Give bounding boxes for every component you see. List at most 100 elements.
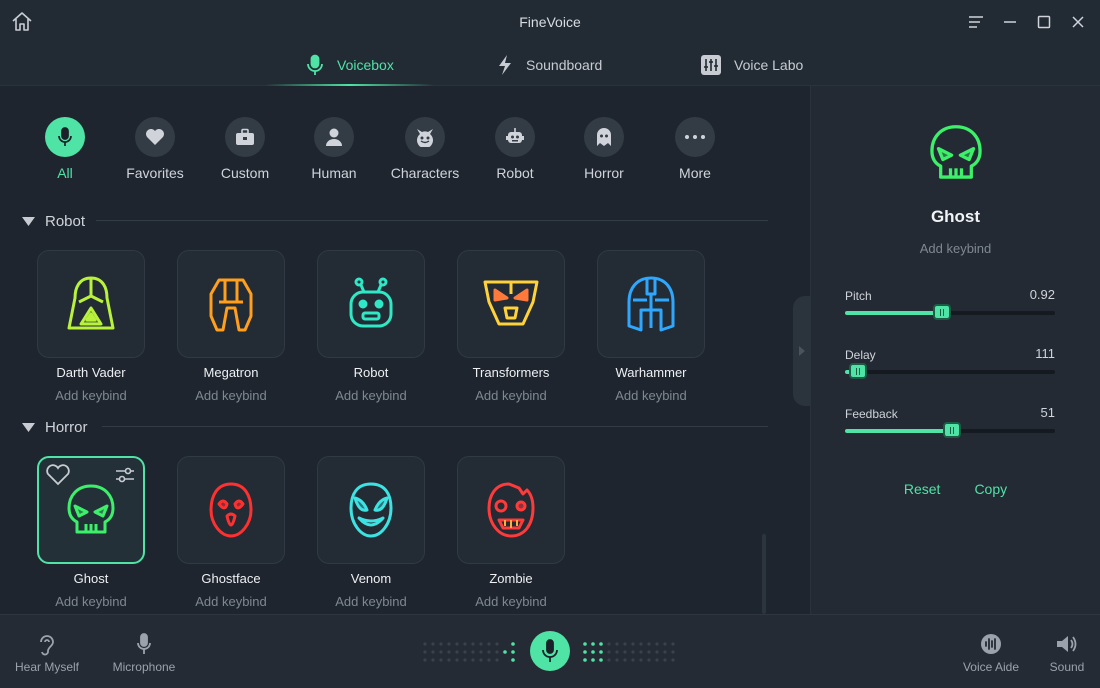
sound-button[interactable]: Sound — [1046, 631, 1088, 674]
close-icon — [1072, 16, 1084, 28]
add-keybind-link[interactable]: Add keybind — [177, 388, 285, 403]
briefcase-icon — [236, 128, 254, 145]
tab-voice-labo[interactable]: Voice Labo — [700, 44, 803, 86]
category-robot[interactable]: Robot — [475, 117, 555, 181]
add-keybind-link[interactable]: Add keybind — [457, 388, 565, 403]
menu-icon — [969, 16, 983, 28]
microphone-icon — [58, 127, 72, 146]
voice-detail-panel: Ghost Add keybind Pitch 0.92 Delay 111 F… — [810, 86, 1100, 614]
voice-name: Megatron — [203, 365, 259, 380]
add-keybind-link[interactable]: Add keybind — [37, 594, 145, 609]
main-tabs: Voicebox Soundboard Voice Labo — [0, 44, 1100, 86]
voice-card-darth-vader[interactable]: Darth Vader Add keybind — [37, 250, 145, 403]
category-horror[interactable]: Horror — [564, 117, 644, 181]
add-keybind-link[interactable]: Add keybind — [317, 388, 425, 403]
minimize-button[interactable] — [998, 10, 1022, 34]
hear-myself-button[interactable]: Hear Myself — [14, 631, 80, 674]
category-label: Favorites — [126, 165, 184, 181]
voice-name: Ghostface — [201, 571, 261, 586]
voice-card-ghost[interactable]: Ghost Add keybind — [37, 456, 145, 609]
section-horror-header[interactable]: Horror — [22, 419, 88, 436]
heart-icon — [146, 129, 164, 145]
voice-card-megatron[interactable]: Megatron Add keybind — [177, 250, 285, 403]
tab-soundboard[interactable]: Soundboard — [496, 44, 602, 86]
add-keybind-link[interactable]: Add keybind — [177, 594, 285, 609]
left-level-meter — [423, 642, 515, 662]
voice-card-ghostface[interactable]: Ghostface Add keybind — [177, 456, 285, 609]
slider-fill — [845, 311, 942, 315]
slider-track[interactable] — [845, 363, 1055, 379]
reset-button[interactable]: Reset — [904, 481, 941, 497]
speaker-icon — [1057, 636, 1077, 652]
close-button[interactable] — [1066, 10, 1090, 34]
voice-list-area: All Favorites Custom Human Characters Ro… — [0, 86, 810, 614]
voice-aide-label: Voice Aide — [962, 660, 1020, 674]
scrollbar-thumb[interactable] — [762, 534, 766, 614]
section-divider — [96, 220, 768, 221]
panel-collapse-tab[interactable] — [793, 296, 811, 406]
robot-head-icon — [349, 277, 393, 328]
robot-icon — [506, 128, 524, 143]
slider-thumb[interactable] — [943, 422, 962, 438]
add-keybind-link[interactable]: Add keybind — [317, 594, 425, 609]
voice-name: Transformers — [472, 365, 550, 380]
voice-name: Ghost — [73, 571, 109, 586]
voice-name: Zombie — [489, 571, 533, 586]
app-title: FineVoice — [519, 14, 581, 30]
slider-thumb[interactable] — [848, 363, 867, 379]
voice-name: Darth Vader — [56, 365, 126, 380]
person-icon — [326, 128, 342, 146]
sound-label: Sound — [1049, 660, 1085, 674]
slider-track[interactable] — [845, 304, 1055, 320]
darth-vader-helmet-icon — [67, 276, 115, 330]
title-bar: FineVoice — [0, 0, 1100, 44]
category-characters[interactable]: Characters — [385, 117, 465, 181]
heart-outline-icon — [46, 464, 70, 486]
category-label: Horror — [584, 165, 624, 181]
category-custom[interactable]: Custom — [205, 117, 285, 181]
slider-label: Pitch — [845, 289, 872, 303]
voice-card-warhammer[interactable]: Warhammer Add keybind — [597, 250, 705, 403]
tab-label: Soundboard — [526, 57, 603, 73]
section-title: Robot — [45, 213, 86, 230]
panel-add-keybind[interactable]: Add keybind — [811, 241, 1100, 256]
slider-value: 0.92 — [1029, 287, 1055, 302]
voice-card-robot[interactable]: Robot Add keybind — [317, 250, 425, 403]
section-robot-header[interactable]: Robot — [22, 213, 85, 230]
minimize-icon — [1004, 21, 1016, 23]
copy-button[interactable]: Copy — [974, 481, 1007, 497]
category-label: All — [57, 165, 73, 181]
menu-button[interactable] — [964, 10, 988, 34]
maximize-button[interactable] — [1032, 10, 1056, 34]
adjust-settings-button[interactable] — [115, 466, 135, 489]
voice-name: Venom — [350, 571, 392, 586]
tab-voicebox[interactable]: Voicebox — [265, 44, 434, 86]
voice-name: Warhammer — [615, 365, 687, 380]
ghost-icon — [597, 128, 611, 146]
add-keybind-link[interactable]: Add keybind — [597, 388, 705, 403]
tab-label: Voice Labo — [734, 57, 804, 73]
microphone-icon — [137, 633, 151, 654]
main-mic-toggle[interactable] — [530, 631, 570, 671]
slider-track[interactable] — [845, 422, 1055, 438]
voice-aide-button[interactable]: Voice Aide — [960, 631, 1022, 674]
category-label: Robot — [496, 165, 534, 181]
category-favorites[interactable]: Favorites — [115, 117, 195, 181]
maximize-icon — [1037, 15, 1051, 29]
voice-card-transformers[interactable]: Transformers Add keybind — [457, 250, 565, 403]
category-more[interactable]: More — [655, 117, 735, 181]
add-keybind-link[interactable]: Add keybind — [37, 388, 145, 403]
microphone-button[interactable]: Microphone — [108, 631, 180, 674]
warhammer-helmet-icon — [627, 276, 675, 332]
lightning-icon — [499, 55, 511, 75]
category-all[interactable]: All — [25, 117, 105, 181]
voice-card-venom[interactable]: Venom Add keybind — [317, 456, 425, 609]
slider-thumb[interactable] — [932, 304, 951, 320]
add-keybind-link[interactable]: Add keybind — [457, 594, 565, 609]
favorite-button[interactable] — [45, 464, 71, 491]
more-dots-icon — [685, 135, 705, 139]
category-human[interactable]: Human — [294, 117, 374, 181]
slider-label: Delay — [845, 348, 876, 362]
voice-card-zombie[interactable]: Zombie Add keybind — [457, 456, 565, 609]
slider-label: Feedback — [845, 407, 898, 421]
